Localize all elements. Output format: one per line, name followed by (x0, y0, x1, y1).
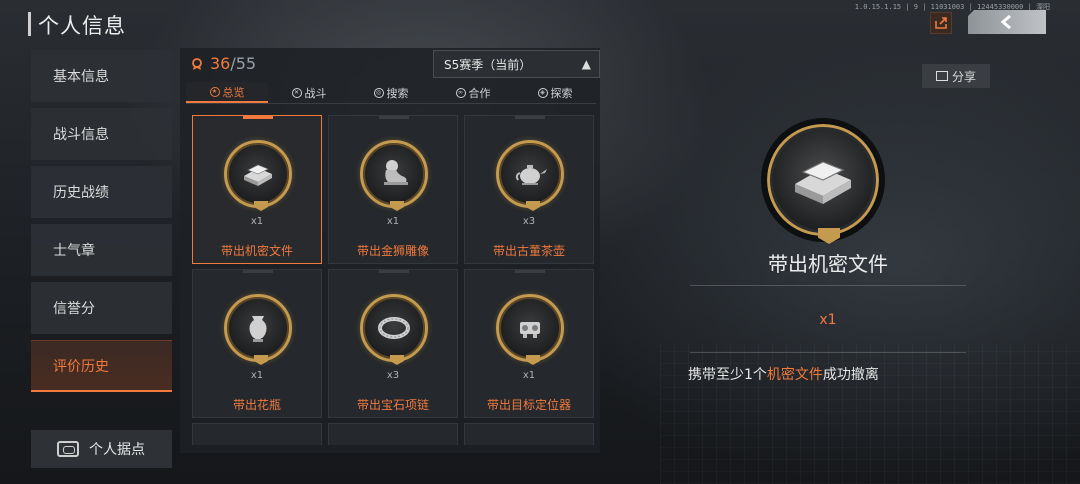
count-current: 36 (210, 54, 231, 73)
card-top-bar (243, 270, 273, 273)
sidebar-item-morale-badge[interactable]: 士气章 (31, 224, 172, 276)
export-icon (935, 17, 947, 29)
season-selected: S5赛季（当前） (444, 57, 532, 72)
card-qty: x3 (386, 370, 400, 381)
medal-tab (254, 201, 268, 211)
teapot-icon (496, 140, 564, 211)
locator-device-icon (496, 294, 564, 365)
card-label: 带出金狮雕像 (356, 244, 429, 258)
card-qty: x1 (250, 370, 264, 381)
divider (690, 285, 966, 286)
achievement-card-partial[interactable] (464, 423, 594, 445)
medal-tab (390, 201, 404, 211)
desc-highlight: 机密文件 (766, 367, 823, 383)
card-top-bar (243, 116, 273, 119)
tab-label: 探索 (550, 86, 573, 100)
necklace-icon (360, 294, 428, 365)
achievement-card[interactable]: x1 带出机密文件 (192, 115, 322, 264)
tab-overview[interactable]: ★ 总览 (186, 82, 268, 103)
card-top-bar (379, 116, 409, 119)
achievement-count: 36 /55 (190, 54, 256, 73)
crossed-swords-icon: ✕ (291, 87, 302, 98)
achievement-card[interactable]: x3 带出古董茶壶 (464, 115, 594, 264)
sidebar-item-combat-info[interactable]: 战斗信息 (31, 108, 172, 160)
count-total: /55 (230, 54, 257, 73)
back-button[interactable] (968, 10, 1046, 34)
share-label: 分享 (951, 69, 976, 84)
page-title: 个人信息 (38, 14, 126, 38)
sidebar-item-label: 信誉分 (53, 301, 95, 317)
medal-tab (526, 201, 540, 211)
card-top-bar (515, 116, 545, 119)
sidebar-item-label: 评价历史 (53, 358, 109, 375)
card-top-bar (379, 270, 409, 273)
sidebar-item-basic-info[interactable]: 基本信息 (31, 50, 172, 102)
document-icon (224, 140, 292, 211)
achievement-card-partial[interactable] (192, 423, 322, 445)
desc-prefix: 携带至少1个 (688, 367, 767, 383)
tab-search[interactable]: ◎ 搜索 (350, 82, 432, 103)
achievement-card[interactable]: x1 带出金狮雕像 (328, 115, 458, 264)
compass-icon: ◈ (537, 87, 548, 98)
sidebar-item-label: 基本信息 (53, 69, 109, 85)
vase-icon (224, 294, 292, 365)
base-icon (57, 441, 79, 457)
detail-title: 带出机密文件 (768, 252, 888, 276)
personal-base-button[interactable]: 个人据点 (31, 430, 172, 468)
card-label: 带出古董茶壶 (492, 244, 565, 258)
tab-label: 总览 (222, 85, 245, 99)
tab-label: 搜索 (386, 86, 409, 100)
star-icon: ★ (209, 86, 220, 97)
medal-icon (192, 57, 202, 70)
search-icon: ◎ (373, 87, 384, 98)
medal-tab (254, 355, 268, 365)
detail-document-icon (761, 118, 885, 244)
achievement-card[interactable]: x1 带出目标定位器 (464, 269, 594, 418)
category-tabs: ★ 总览 ✕ 战斗 ◎ 搜索 ∞ 合作 ◈ 探索 (186, 82, 596, 104)
card-qty: x1 (250, 216, 264, 227)
chevron-up-icon: ▲ (581, 57, 591, 71)
achievement-card-partial[interactable] (328, 423, 458, 445)
card-label: 带出花瓶 (232, 398, 281, 412)
tab-explore[interactable]: ◈ 探索 (514, 82, 596, 103)
detail-description: 携带至少1个机密文件成功撤离 (688, 364, 879, 384)
sidebar-item-label: 士气章 (53, 243, 95, 259)
chevron-left-icon (1000, 14, 1011, 30)
sidebar-item-evaluation-history[interactable]: 评价历史 (31, 340, 172, 392)
sidebar-item-label: 历史战绩 (53, 185, 109, 201)
export-button[interactable] (930, 12, 952, 34)
card-qty: x3 (522, 216, 536, 227)
medal-tab (526, 355, 540, 365)
sidebar: 基本信息 战斗信息 历史战绩 士气章 信誉分 评价历史 (31, 50, 172, 398)
achievement-card[interactable]: x1 带出花瓶 (192, 269, 322, 418)
card-qty: x1 (522, 370, 536, 381)
handshake-icon: ∞ (455, 87, 466, 98)
tab-label: 合作 (468, 86, 491, 100)
tab-combat[interactable]: ✕ 战斗 (268, 82, 350, 103)
detail-qty: x1 (819, 312, 837, 328)
card-label: 带出机密文件 (220, 244, 293, 258)
season-dropdown[interactable]: S5赛季（当前） ▲ (433, 50, 600, 78)
share-button[interactable]: 分享 (922, 64, 990, 88)
title-accent-bar (28, 12, 31, 36)
card-qty: x1 (386, 216, 400, 227)
personal-base-label: 个人据点 (89, 442, 145, 458)
sphinx-statue-icon (360, 140, 428, 211)
divider (690, 352, 966, 353)
card-label: 带出目标定位器 (486, 398, 571, 412)
medal-tab (390, 355, 404, 365)
achievement-card[interactable]: x3 带出宝石项链 (328, 269, 458, 418)
share-icon (935, 71, 948, 81)
achievement-panel: 36 /55 S5赛季（当前） ▲ ★ 总览 ✕ 战斗 ◎ 搜索 ∞ 合作 ◈ 探索 x1… (180, 48, 600, 453)
sidebar-item-credit-score[interactable]: 信誉分 (31, 282, 172, 334)
tab-label: 战斗 (304, 86, 327, 100)
desc-suffix: 成功撤离 (822, 367, 879, 383)
tab-cooperation[interactable]: ∞ 合作 (432, 82, 514, 103)
card-label: 带出宝石项链 (356, 398, 429, 412)
sidebar-item-match-history[interactable]: 历史战绩 (31, 166, 172, 218)
card-top-bar (515, 270, 545, 273)
sidebar-item-label: 战斗信息 (53, 127, 109, 143)
